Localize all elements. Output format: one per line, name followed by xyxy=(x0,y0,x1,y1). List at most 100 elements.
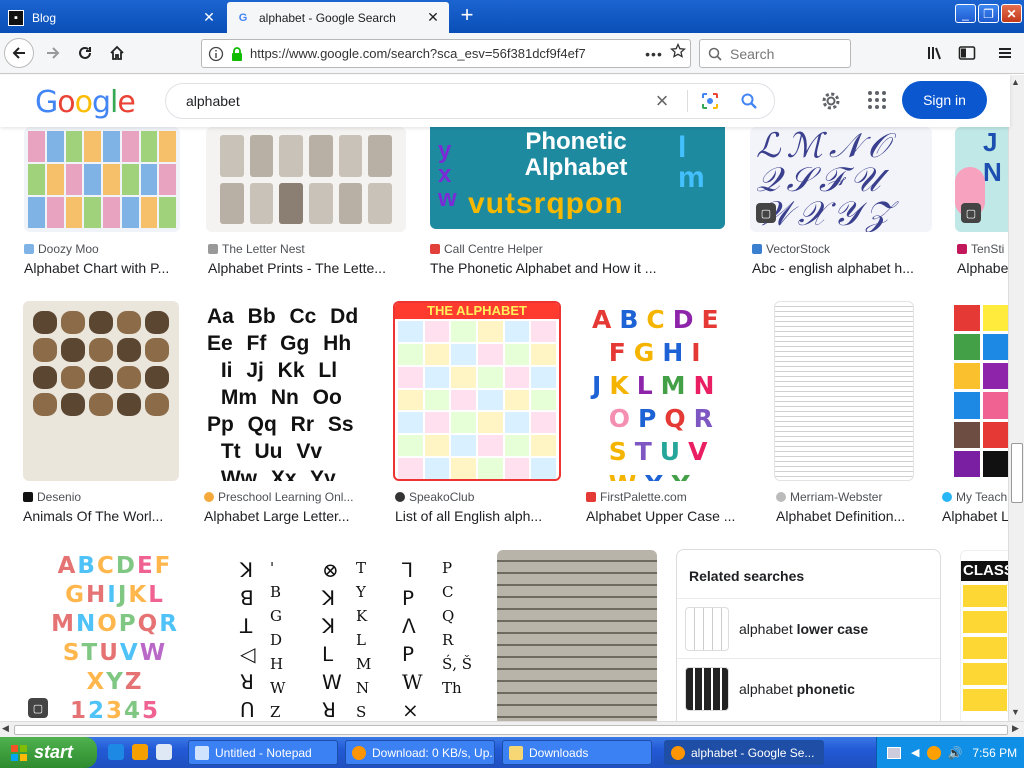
image-result[interactable]: CLASS xyxy=(960,550,1008,721)
related-search-item[interactable]: alphabet lower case xyxy=(677,598,940,658)
result-title[interactable]: Alphabet L xyxy=(942,508,1008,524)
image-result[interactable]: ABCDE FGHI JKLMN OPQR STUV WXY FirstPale… xyxy=(584,301,750,531)
tab-google-search[interactable]: G alphabet - Google Search ✕ xyxy=(227,2,449,33)
clear-search-button[interactable]: × xyxy=(645,88,679,114)
lens-search-button[interactable] xyxy=(696,91,724,111)
google-apps-button[interactable] xyxy=(866,89,888,116)
image-result[interactable] xyxy=(497,550,657,721)
result-title[interactable]: Alphabet Chart with P... xyxy=(24,260,180,276)
result-source[interactable]: Call Centre Helper xyxy=(430,242,725,256)
vertical-scrollbar[interactable]: ▲ ▼ xyxy=(1008,75,1024,721)
result-title[interactable]: List of all English alph... xyxy=(395,508,561,524)
settings-button[interactable] xyxy=(819,89,843,118)
image-result[interactable]: ABCDEF GHIJKL MNOPQR STUVW XYZ 12345 ▢ xyxy=(20,550,210,721)
tab-blog[interactable]: ▪ Blog ✕ xyxy=(0,2,225,33)
result-thumbnail[interactable]: Phonetic Alphabet vutsrqpon yxw lm xyxy=(430,127,725,229)
vertical-scroll-thumb[interactable] xyxy=(1011,443,1023,503)
image-result[interactable]: Doozy Moo Alphabet Chart with P... xyxy=(24,127,180,277)
result-thumbnail[interactable] xyxy=(940,301,1008,481)
result-source[interactable]: Preschool Learning Onl... xyxy=(204,490,370,504)
forward-button[interactable] xyxy=(38,38,68,68)
result-title[interactable]: Alphabe xyxy=(957,260,1008,276)
image-result[interactable]: THE ALPHABET SpeakoClub List of all Engl… xyxy=(393,301,561,531)
scroll-up-icon[interactable]: ▲ xyxy=(1011,77,1020,87)
google-search-button[interactable] xyxy=(724,92,774,110)
result-thumbnail[interactable]: ꓘ ꓭ ꓕ ◁ ꓤ ꓵ ' B G D H W Z ⊗ ꓘ ꓘ ꓡ ꓪ ꓤ TYKLMNS ꓶ ꓑ ꓥ ꓑ W × PCQ… xyxy=(230,550,476,721)
result-source[interactable]: My Teach xyxy=(942,490,1008,504)
quick-launch-icon[interactable] xyxy=(132,744,148,760)
result-thumbnail[interactable]: ABCDE FGHI JKLMN OPQR STUV WXY xyxy=(584,301,750,481)
maximize-button[interactable]: ❐ xyxy=(978,4,999,23)
reload-button[interactable] xyxy=(70,38,100,68)
clock[interactable]: 7:56 PM xyxy=(972,746,1017,760)
horizontal-scrollbar[interactable]: ◀ ▶ xyxy=(0,721,1024,737)
star-icon[interactable] xyxy=(666,42,690,64)
result-thumbnail[interactable]: THE ALPHABET xyxy=(393,301,561,481)
taskbar-item-google-search[interactable]: alphabet - Google Se... xyxy=(664,740,824,765)
scroll-left-icon[interactable]: ◀ xyxy=(2,723,9,734)
start-button[interactable]: start xyxy=(0,737,97,768)
library-button[interactable] xyxy=(920,38,950,68)
result-title[interactable]: Alphabet Upper Case ... xyxy=(586,508,750,524)
image-result[interactable]: The Letter Nest Alphabet Prints - The Le… xyxy=(206,127,406,277)
result-title[interactable]: Alphabet Prints - The Lette... xyxy=(208,260,406,276)
search-query-input[interactable]: alphabet xyxy=(186,93,645,109)
home-button[interactable] xyxy=(102,38,132,68)
internet-explorer-icon[interactable] xyxy=(108,744,124,760)
result-source[interactable]: FirstPalette.com xyxy=(586,490,750,504)
image-result[interactable]: My Teach Alphabet L xyxy=(940,301,1008,531)
speaker-icon[interactable]: 🔊 xyxy=(947,746,962,760)
quick-launch-icon[interactable] xyxy=(156,744,172,760)
image-result[interactable]: Aa Bb Cc Dd Ee Ff Gg Hh Ii Jj Kk Ll Mm Nn… xyxy=(203,301,370,531)
new-tab-button[interactable]: + xyxy=(455,4,479,28)
result-source[interactable]: SpeakoClub xyxy=(395,490,561,504)
result-source[interactable]: Doozy Moo xyxy=(24,242,180,256)
result-title[interactable]: The Phonetic Alphabet and How it ... xyxy=(430,260,725,276)
image-result[interactable]: ℒℳ𝒩𝒪 𝒬𝒮ℱ𝒰 𝒲𝒳𝒴𝒵 ▢ VectorStock Abc - english… xyxy=(750,127,932,277)
result-source[interactable]: The Letter Nest xyxy=(208,242,406,256)
taskbar-item-downloads-folder[interactable]: Downloads xyxy=(502,740,652,765)
result-thumbnail[interactable]: JN ▢ xyxy=(955,127,1008,232)
image-result[interactable]: Desenio Animals Of The Worl... xyxy=(23,301,179,531)
result-thumbnail[interactable]: Aa Bb Cc Dd Ee Ff Gg Hh Ii Jj Kk Ll Mm Nn… xyxy=(203,301,370,481)
keyboard-icon[interactable] xyxy=(887,746,901,759)
result-source[interactable]: Desenio xyxy=(23,490,179,504)
tray-app-icon[interactable] xyxy=(927,745,942,760)
close-icon[interactable]: ✕ xyxy=(201,9,217,26)
back-button[interactable] xyxy=(4,38,34,68)
result-thumbnail[interactable]: ℒℳ𝒩𝒪 𝒬𝒮ℱ𝒰 𝒲𝒳𝒴𝒵 ▢ xyxy=(750,127,932,232)
sign-in-button[interactable]: Sign in xyxy=(902,81,987,119)
result-thumbnail[interactable]: ABCDEF GHIJKL MNOPQR STUVW XYZ 12345 xyxy=(20,550,210,721)
result-title[interactable]: Alphabet Definition... xyxy=(776,508,914,524)
google-logo[interactable]: Google xyxy=(35,85,136,120)
browser-search-box[interactable]: Search xyxy=(699,39,851,68)
taskbar-item-downloads-progress[interactable]: Download: 0 KB/s, Up... xyxy=(345,740,495,765)
result-thumbnail[interactable] xyxy=(497,550,657,721)
result-thumbnail[interactable] xyxy=(23,301,179,481)
result-thumbnail[interactable] xyxy=(24,127,180,232)
url-bar[interactable]: https://www.google.com/search?sca_esv=56… xyxy=(201,39,691,68)
scroll-down-icon[interactable]: ▼ xyxy=(1011,707,1020,717)
minimize-button[interactable]: _ xyxy=(955,4,976,23)
scroll-right-icon[interactable]: ▶ xyxy=(1012,723,1019,734)
image-result[interactable]: JN ▢ TenSti Alphabe xyxy=(955,127,1008,277)
sidebar-button[interactable] xyxy=(952,38,982,68)
tray-expand-icon[interactable]: ◀ xyxy=(911,746,919,759)
page-actions-icon[interactable]: ••• xyxy=(642,46,666,62)
google-search-box[interactable]: alphabet × xyxy=(165,83,775,119)
window-close-button[interactable]: ✕ xyxy=(1001,4,1022,23)
related-search-item[interactable]: alphabet phonetic xyxy=(677,658,940,718)
result-source[interactable]: TenSti xyxy=(957,242,1008,256)
image-result[interactable]: Merriam-Webster Alphabet Definition... xyxy=(774,301,914,531)
horizontal-scroll-thumb[interactable] xyxy=(14,725,1008,735)
taskbar-item-notepad[interactable]: Untitled - Notepad xyxy=(188,740,338,765)
menu-button[interactable] xyxy=(990,38,1020,68)
url-text[interactable]: https://www.google.com/search?sca_esv=56… xyxy=(250,46,642,61)
image-result[interactable]: Phonetic Alphabet vutsrqpon yxw lm Call … xyxy=(430,127,725,277)
result-title[interactable]: Animals Of The Worl... xyxy=(23,508,179,524)
result-title[interactable]: Abc - english alphabet h... xyxy=(752,260,932,276)
image-result[interactable]: ꓘ ꓭ ꓕ ◁ ꓤ ꓵ ' B G D H W Z ⊗ ꓘ ꓘ ꓡ ꓪ ꓤ TYKLMNS ꓶ ꓑ ꓥ ꓑ W × PCQ… xyxy=(230,550,476,721)
result-title[interactable]: Alphabet Large Letter... xyxy=(204,508,370,524)
result-thumbnail[interactable] xyxy=(206,127,406,232)
result-source[interactable]: VectorStock xyxy=(752,242,932,256)
